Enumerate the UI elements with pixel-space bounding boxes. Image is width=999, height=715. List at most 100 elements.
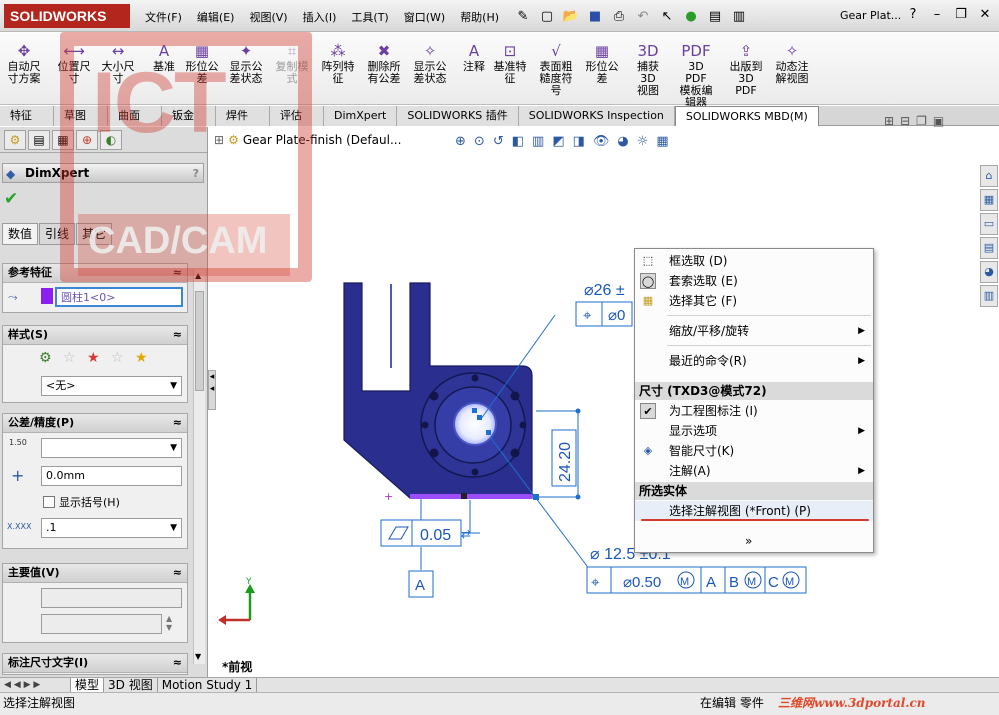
command-tab[interactable]: SOLIDWORKS 插件 xyxy=(397,106,519,126)
ribbon-datum-feature-button[interactable]: ⊡ 基准特 征 xyxy=(490,41,530,85)
dimxpert-tab-icon[interactable]: ⊕ xyxy=(76,130,98,150)
menu-item-select-annotation-view[interactable]: 选择注解视图 (*Front) (P) xyxy=(635,501,873,521)
command-tab[interactable]: 钣金 xyxy=(162,106,216,126)
menu-view[interactable]: 视图(V) xyxy=(249,9,287,25)
tab-navigation-arrows[interactable]: ◀ ◀ ▶ ▶ xyxy=(0,678,70,692)
leader-handle[interactable] xyxy=(461,493,467,499)
collapse-icon[interactable]: ≈ xyxy=(173,654,182,672)
tolerance-type-dropdown[interactable]: ▼ xyxy=(41,438,182,458)
command-tab[interactable]: 特征 xyxy=(0,106,54,126)
rebuild-traffic-light-icon[interactable]: ● xyxy=(681,6,701,26)
file-properties-icon[interactable]: ▤ xyxy=(705,6,725,26)
menu-item-zoom-pan-rotate[interactable]: 缩放/平移/旋转 ▶ xyxy=(635,321,873,341)
feature-tree-tab-icon[interactable]: ⚙ xyxy=(4,130,26,150)
save-style-icon[interactable]: ☆ xyxy=(111,350,131,370)
zoom-to-area-icon[interactable]: ⊙ xyxy=(474,134,485,149)
property-manager-tab-icon[interactable]: ▤ xyxy=(28,130,50,150)
selected-face[interactable] xyxy=(410,494,532,499)
hide-show-items-icon[interactable]: 👁 xyxy=(593,134,610,149)
command-tab[interactable]: 曲面 xyxy=(108,106,162,126)
ribbon-datum-button[interactable]: A 基准 xyxy=(144,41,184,73)
group-header[interactable]: 样式(S) ≈ xyxy=(3,326,187,345)
upper-tolerance-field[interactable]: 0.0mm xyxy=(41,466,182,486)
command-tab[interactable]: SOLIDWORKS Inspection xyxy=(518,106,675,126)
scroll-up-icon[interactable]: ▲ xyxy=(195,271,201,280)
undo-icon[interactable]: ↶ xyxy=(633,6,653,26)
minimize-icon[interactable]: – xyxy=(927,6,947,24)
tile-horizontal-icon[interactable]: ⊞ xyxy=(884,114,894,128)
ribbon-surface-finish-button[interactable]: √ 表面粗 糙度符 号 xyxy=(536,41,576,97)
add-style-icon[interactable]: ☆ xyxy=(63,350,83,370)
ribbon-note-button[interactable]: A 注释 xyxy=(454,41,494,73)
command-tab[interactable]: 评估 xyxy=(270,106,324,126)
tile-vertical-icon[interactable]: ⊟ xyxy=(900,114,910,128)
restore-icon[interactable]: ❐ xyxy=(951,6,971,24)
ribbon-pdf-template-button[interactable]: PDF 3D PDF 模板编 辑器 xyxy=(676,41,716,109)
spin-arrows-icon[interactable]: ▲ ▼ xyxy=(166,614,172,632)
ribbon-geometric-tolerance2-button[interactable]: ▦ 形位公 差 xyxy=(582,41,622,85)
configuration-tab-icon[interactable]: ▦ xyxy=(52,130,74,150)
group-header[interactable]: 标注尺寸文字(I) ≈ xyxy=(3,654,187,673)
flyout-feature-tree[interactable]: ⊞ ⚙ Gear Plate-finish (Defaul... xyxy=(214,133,401,147)
diameter-dimension-top[interactable]: ⌀26 ± xyxy=(584,282,625,299)
pm-help-icon[interactable]: ? xyxy=(193,165,199,183)
cascade-icon[interactable]: ❐ xyxy=(916,114,927,128)
menu-window[interactable]: 窗口(W) xyxy=(404,9,445,25)
ribbon-size-dim-button[interactable]: ↔ 大小尺 寸 xyxy=(98,41,138,85)
position-fcf[interactable]: ⌖ ⌀0.50 M A B M C M xyxy=(586,566,807,594)
menu-item-smart-dimension[interactable]: ◈ 智能尺寸(K) xyxy=(635,441,873,461)
style-dropdown[interactable]: <无> ▼ xyxy=(41,376,182,396)
primary-value-field[interactable] xyxy=(41,614,162,634)
leader-handle[interactable] xyxy=(533,494,539,500)
section-view-icon[interactable]: ◧ xyxy=(512,134,524,149)
tab-motion-study[interactable]: Motion Study 1 xyxy=(158,678,258,692)
dynamic-annotation-view-icon[interactable]: ▥ xyxy=(532,134,544,149)
close-icon[interactable]: ✕ xyxy=(975,6,995,24)
tab-value[interactable]: 数值 xyxy=(2,223,39,245)
ribbon-pattern-feature-button[interactable]: ⁂ 阵列特 征 xyxy=(318,41,358,85)
display-manager-tab-icon[interactable]: ◐ xyxy=(100,130,122,150)
view-orientation-icon[interactable]: ◩ xyxy=(552,134,564,149)
view-settings-icon[interactable]: ▦ xyxy=(656,134,668,149)
menu-help[interactable]: 帮助(H) xyxy=(460,9,499,25)
dimension-end-dot[interactable] xyxy=(575,494,581,500)
dimension-end-dot[interactable] xyxy=(575,408,581,414)
menu-item-display-options[interactable]: 显示选项 ▶ xyxy=(635,421,873,441)
collapse-icon[interactable]: ≈ xyxy=(173,326,182,344)
ribbon-delete-all-tolerances-button[interactable]: ✖ 删除所 有公差 xyxy=(364,41,404,85)
scroll-down-icon[interactable]: ▼ xyxy=(195,652,201,661)
zoom-to-fit-icon[interactable]: ⊕ xyxy=(455,134,466,149)
open-icon[interactable]: 📂 xyxy=(561,6,581,26)
menu-tools[interactable]: 工具(T) xyxy=(351,9,388,25)
design-library-icon[interactable]: ▦ xyxy=(980,189,998,211)
primary-value-name-field[interactable] xyxy=(41,588,182,608)
command-tab[interactable]: 草图 xyxy=(54,106,108,126)
tab-3d-view[interactable]: 3D 视图 xyxy=(104,678,158,692)
appearances-icon[interactable]: ◕ xyxy=(980,261,998,283)
group-header[interactable]: 公差/精度(P) ≈ xyxy=(3,414,187,433)
ribbon-auto-dimension-button[interactable]: ✥ 自动尺 寸方案 xyxy=(4,41,44,85)
scroll-thumb[interactable] xyxy=(195,291,204,391)
solidworks-logo[interactable]: SOLIDWORKS xyxy=(4,4,130,28)
select-cursor-icon[interactable]: ↖ xyxy=(657,6,677,26)
pm-scrollbar[interactable]: ▲ ▼ xyxy=(193,269,205,664)
tab-other[interactable]: 其它 xyxy=(76,223,113,245)
ribbon-publish-3d-pdf-button[interactable]: ⇪ 出版到 3D PDF xyxy=(726,41,766,97)
tab-model[interactable]: 模型 xyxy=(70,678,105,692)
help-icon[interactable]: ? xyxy=(903,6,923,24)
ok-check-icon[interactable]: ✔ xyxy=(4,189,18,209)
command-tab[interactable]: SOLIDWORKS MBD(M) xyxy=(674,106,819,126)
panel-splitter[interactable]: ◂ ◂ xyxy=(208,370,216,410)
collapse-icon[interactable]: ≈ xyxy=(173,564,182,582)
menu-item-mark-for-drawing[interactable]: ✔ 为工程图标注 (I) xyxy=(635,401,873,421)
ribbon-location-dim-button[interactable]: ⟷ 位置尺 寸 xyxy=(54,41,94,85)
options-icon[interactable]: ▥ xyxy=(729,6,749,26)
command-tab[interactable]: 焊件 xyxy=(216,106,270,126)
precision-dropdown[interactable]: .1 ▼ xyxy=(41,518,182,538)
ribbon-show-tolerance-status-button[interactable]: ✦ 显示公 差状态 xyxy=(226,41,266,85)
menu-item-select-other[interactable]: ▦ 选择其它 (F) xyxy=(635,291,873,311)
expand-icon[interactable]: ⊞ xyxy=(214,133,224,147)
print-icon[interactable]: ⎙ xyxy=(609,6,629,26)
delete-style-icon[interactable]: ★ xyxy=(87,350,107,370)
menu-item-box-select[interactable]: ⬚ 框选取 (D) xyxy=(635,251,873,271)
